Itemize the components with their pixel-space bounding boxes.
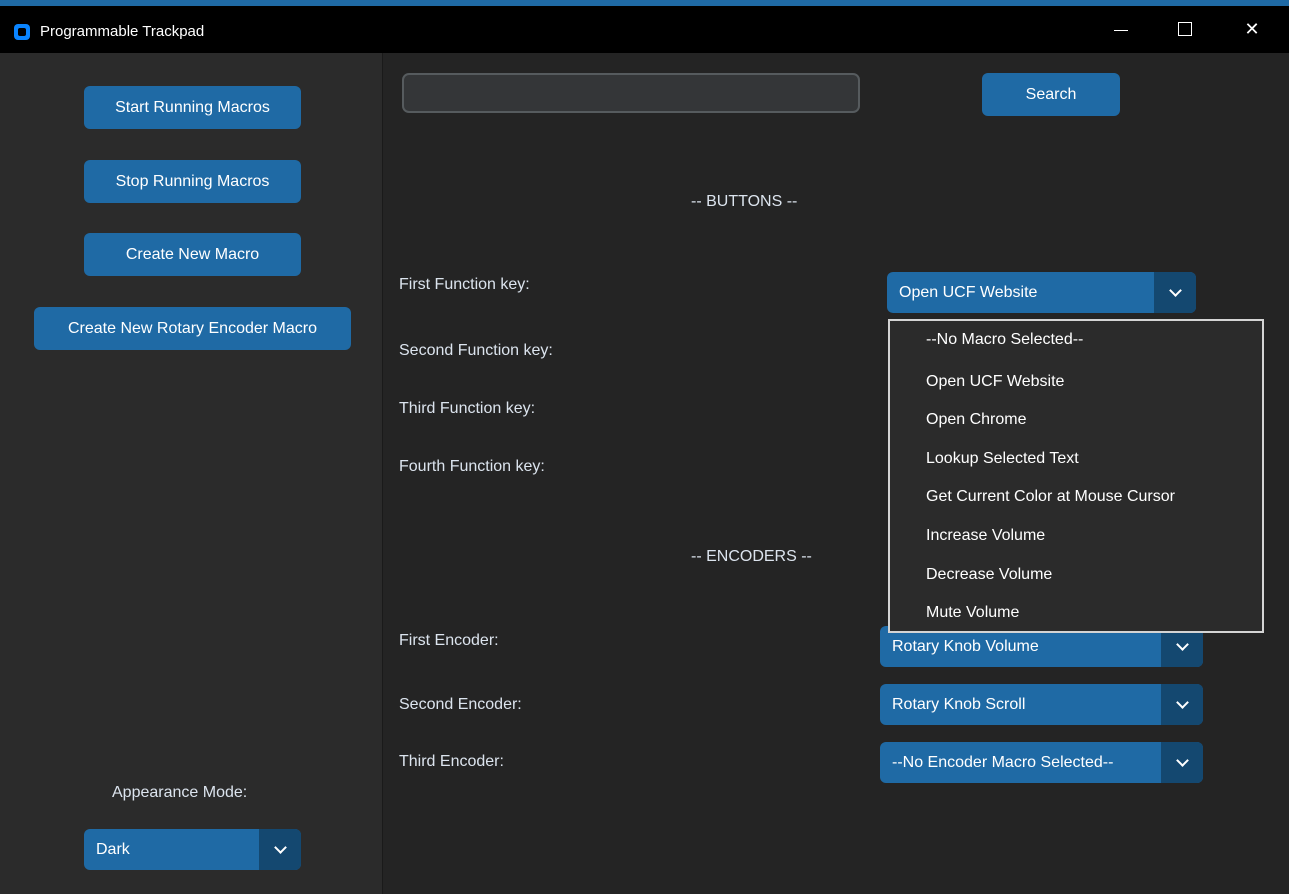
third-encoder-label: Third Encoder: (399, 753, 504, 770)
chevron-down-icon (1175, 754, 1189, 767)
dropdown-option[interactable]: Open UCF Website (926, 373, 1064, 391)
start-running-macros-button[interactable]: Start Running Macros (84, 86, 301, 129)
first-function-key-value: Open UCF Website (899, 283, 1038, 301)
dropdown-option[interactable]: Open Chrome (926, 411, 1027, 429)
fourth-function-key-label: Fourth Function key: (399, 458, 545, 475)
minimize-icon (1114, 29, 1128, 31)
appearance-mode-label: Appearance Mode: (112, 784, 248, 801)
stop-running-macros-button[interactable]: Stop Running Macros (84, 160, 301, 203)
maximize-button[interactable] (1153, 6, 1217, 52)
first-function-key-label: First Function key: (399, 276, 530, 293)
appearance-mode-dropdown-button[interactable] (259, 829, 301, 870)
search-input[interactable] (402, 73, 860, 113)
create-new-macro-button[interactable]: Create New Macro (84, 233, 301, 276)
first-function-key-select[interactable]: Open UCF Website (887, 272, 1196, 313)
buttons-section-header: -- BUTTONS -- (691, 193, 798, 210)
minimize-button[interactable] (1089, 6, 1153, 52)
third-encoder-value: --No Encoder Macro Selected-- (892, 753, 1114, 771)
macro-dropdown-menu: --No Macro Selected-- Open UCF Website O… (888, 319, 1264, 633)
appearance-mode-select[interactable]: Dark (84, 829, 301, 870)
third-encoder-dropdown-button[interactable] (1161, 742, 1203, 783)
encoders-section-header: -- ENCODERS -- (691, 548, 812, 565)
second-function-key-label: Second Function key: (399, 342, 553, 359)
dropdown-option[interactable]: Get Current Color at Mouse Cursor (926, 488, 1175, 506)
first-function-key-dropdown-button[interactable] (1154, 272, 1196, 313)
close-button[interactable]: ✕ (1220, 6, 1284, 52)
dropdown-option[interactable]: Lookup Selected Text (926, 450, 1079, 468)
third-function-key-label: Third Function key: (399, 400, 536, 417)
window-title: Programmable Trackpad (40, 23, 205, 40)
close-icon: ✕ (1244, 18, 1260, 39)
chevron-down-icon (1168, 284, 1182, 297)
chevron-down-icon (1175, 638, 1189, 651)
maximize-icon (1178, 22, 1192, 36)
first-encoder-label: First Encoder: (399, 632, 499, 649)
second-encoder-value: Rotary Knob Scroll (892, 695, 1026, 713)
dropdown-option[interactable]: --No Macro Selected-- (926, 331, 1083, 349)
dropdown-option[interactable]: Mute Volume (926, 604, 1019, 622)
dropdown-option[interactable]: Decrease Volume (926, 566, 1052, 584)
create-new-rotary-encoder-macro-button[interactable]: Create New Rotary Encoder Macro (34, 307, 351, 350)
third-encoder-select[interactable]: --No Encoder Macro Selected-- (880, 742, 1203, 783)
search-button[interactable]: Search (982, 73, 1120, 116)
chevron-down-icon (1175, 696, 1189, 709)
dropdown-option[interactable]: Increase Volume (926, 527, 1045, 545)
second-encoder-select[interactable]: Rotary Knob Scroll (880, 684, 1203, 725)
second-encoder-label: Second Encoder: (399, 696, 522, 713)
appearance-mode-value: Dark (96, 840, 130, 858)
second-encoder-dropdown-button[interactable] (1161, 684, 1203, 725)
chevron-down-icon (273, 841, 287, 854)
app-icon (14, 24, 30, 40)
